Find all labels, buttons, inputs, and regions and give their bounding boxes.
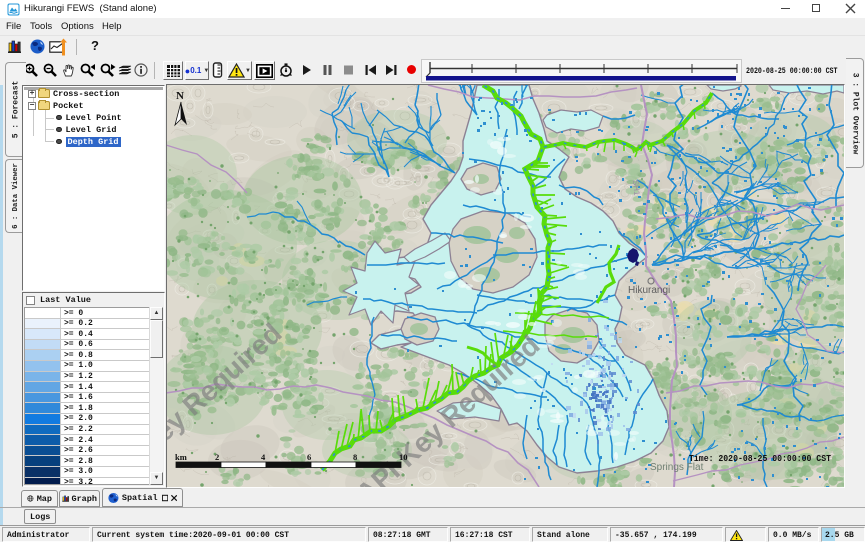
svg-text:10: 10 [399, 452, 408, 462]
svg-text:Hikurangi: Hikurangi [628, 285, 670, 296]
svg-text:Time: 2020-08-25 00:00:00 CST: Time: 2020-08-25 00:00:00 CST [689, 454, 832, 464]
svg-text:6: 6 [307, 452, 311, 462]
svg-text:2: 2 [215, 452, 219, 462]
svg-text:N: N [176, 90, 184, 102]
svg-text:SH1: SH1 [631, 179, 641, 196]
svg-text:km: km [175, 452, 187, 462]
svg-text:8: 8 [353, 452, 357, 462]
